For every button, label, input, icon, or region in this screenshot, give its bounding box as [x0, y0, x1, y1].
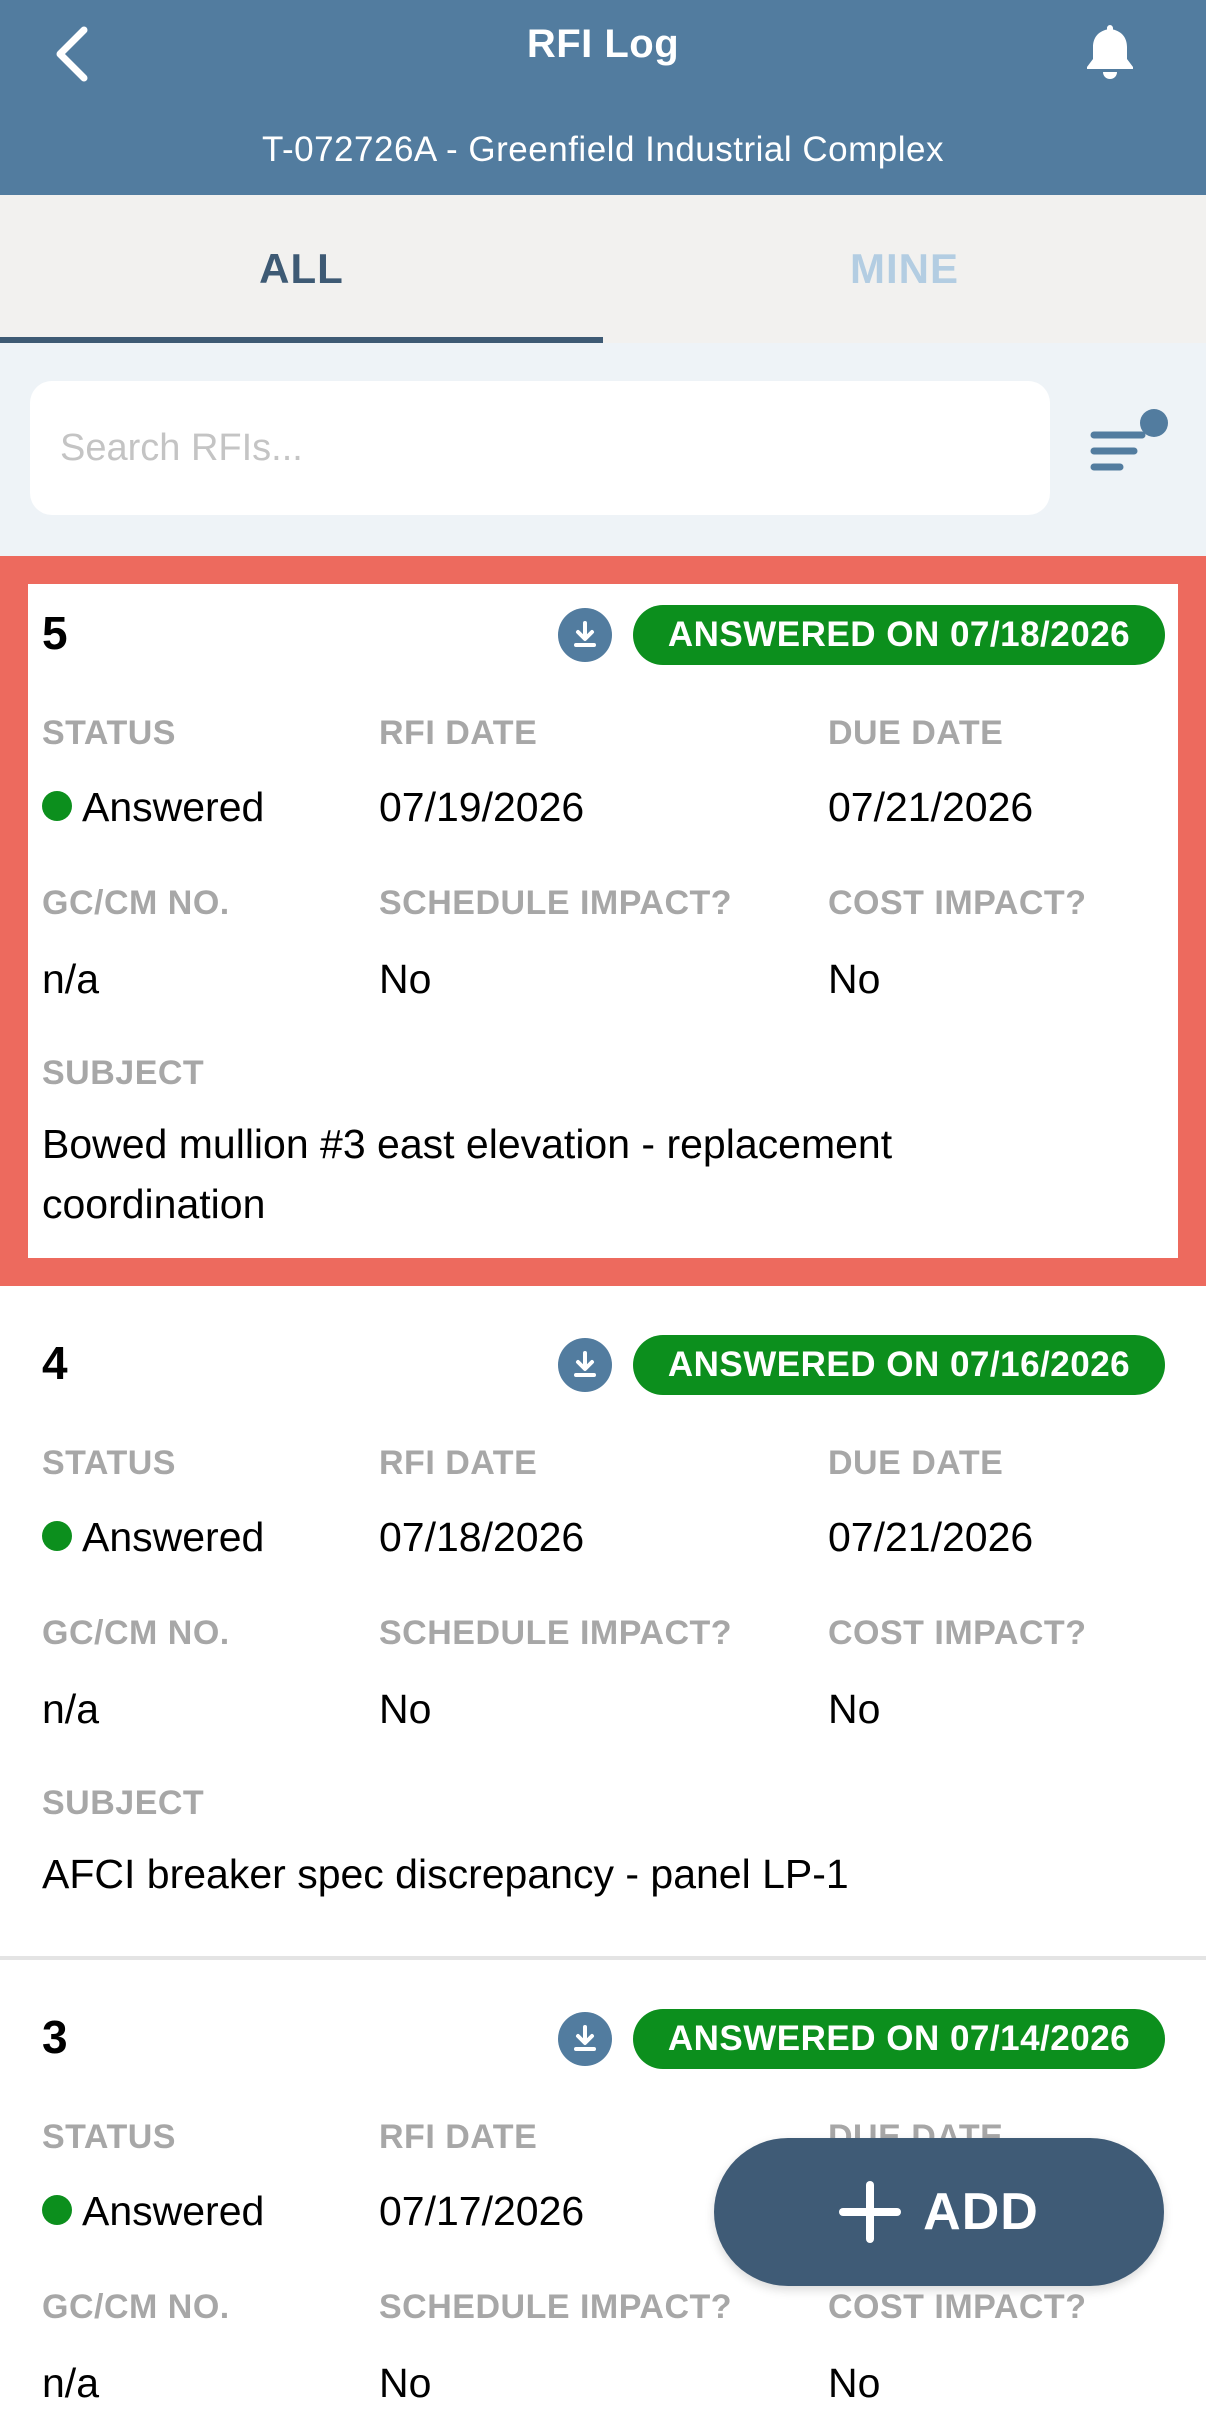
tab-mine[interactable]: MINE	[603, 195, 1206, 343]
rfi-date-label: RFI DATE	[379, 1444, 538, 1482]
rfi-date-value: 07/19/2026	[379, 784, 585, 830]
add-rfi-button[interactable]: ADD	[714, 2138, 1164, 2286]
status-value: Answered	[42, 784, 264, 831]
project-subtitle: T-072726A - Greenfield Industrial Comple…	[262, 130, 944, 169]
status-badge: ANSWERED ON 07/14/2026	[633, 2009, 1165, 2069]
cost-impact-value: No	[828, 1686, 881, 1732]
search-bar	[0, 343, 1206, 556]
due-date-value: 07/21/2026	[828, 784, 1034, 830]
gc-cm-value: n/a	[42, 2360, 99, 2406]
rfi-card[interactable]: 5 ANSWERED ON 07/18/2026 STATUS RFI DATE…	[0, 556, 1206, 1286]
cost-impact-value: No	[828, 2360, 881, 2406]
status-dot-icon	[42, 1521, 72, 1552]
rfi-date-value: 07/18/2026	[379, 1514, 585, 1560]
due-date-label: DUE DATE	[828, 1444, 1004, 1482]
status-value: Answered	[42, 1514, 264, 1561]
filter-icon	[1090, 409, 1168, 471]
status-dot-icon	[42, 791, 72, 822]
schedule-impact-label: SCHEDULE IMPACT?	[379, 2288, 733, 2326]
gc-cm-label: GC/CM NO.	[42, 1614, 230, 1652]
download-button[interactable]	[558, 2012, 612, 2066]
tab-all[interactable]: ALL	[0, 195, 603, 343]
rfi-date-label: RFI DATE	[379, 2118, 538, 2156]
filter-button[interactable]	[1086, 403, 1186, 503]
rfi-date-label: RFI DATE	[379, 714, 538, 752]
rfi-card[interactable]: 4 ANSWERED ON 07/16/2026 STATUS RFI DATE…	[0, 1286, 1206, 1960]
subject-label: SUBJECT	[42, 1054, 205, 1092]
tab-mine-label: MINE	[850, 245, 959, 292]
schedule-impact-label: SCHEDULE IMPACT?	[379, 1614, 733, 1652]
app-header: RFI Log T-072726A - Greenfield Industria…	[0, 0, 1206, 195]
gc-cm-label: GC/CM NO.	[42, 2288, 230, 2326]
tab-all-label: ALL	[259, 245, 344, 292]
rfi-number: 3	[42, 2011, 68, 2063]
page-title: RFI Log	[526, 22, 680, 66]
status-dot-icon	[42, 2195, 72, 2226]
schedule-impact-label: SCHEDULE IMPACT?	[379, 884, 733, 922]
status-label: STATUS	[42, 714, 176, 752]
rfi-number: 4	[42, 1337, 68, 1389]
subject-label: SUBJECT	[42, 1784, 205, 1822]
notifications-button[interactable]	[1078, 16, 1142, 86]
schedule-impact-value: No	[379, 2360, 432, 2406]
rfi-number: 5	[42, 607, 68, 659]
tab-bar: ALL MINE	[0, 195, 1206, 343]
schedule-impact-value: No	[379, 1686, 432, 1732]
gc-cm-value: n/a	[42, 956, 99, 1002]
bell-icon	[1087, 25, 1133, 79]
download-button[interactable]	[558, 1338, 612, 1392]
add-button-label: ADD	[923, 2183, 1039, 2241]
download-icon	[574, 1351, 596, 1377]
status-badge: ANSWERED ON 07/16/2026	[633, 1335, 1165, 1395]
gc-cm-label: GC/CM NO.	[42, 884, 230, 922]
cost-impact-label: COST IMPACT?	[828, 884, 1087, 922]
cost-impact-label: COST IMPACT?	[828, 2288, 1087, 2326]
status-badge: ANSWERED ON 07/18/2026	[633, 605, 1165, 665]
status-value: Answered	[42, 2188, 264, 2235]
download-button[interactable]	[558, 608, 612, 662]
subject-value: Bowed mullion #3 east elevation - replac…	[42, 1121, 893, 1227]
due-date-label: DUE DATE	[828, 714, 1004, 752]
subject-value: AFCI breaker spec discrepancy - panel LP…	[42, 1851, 849, 1897]
download-icon	[574, 2025, 596, 2051]
schedule-impact-value: No	[379, 956, 432, 1002]
plus-icon	[839, 2181, 902, 2243]
status-label: STATUS	[42, 1444, 176, 1482]
cost-impact-value: No	[828, 956, 881, 1002]
due-date-value: 07/21/2026	[828, 1514, 1034, 1560]
gc-cm-value: n/a	[42, 1686, 99, 1732]
search-input[interactable]	[30, 381, 1050, 515]
cost-impact-label: COST IMPACT?	[828, 1614, 1087, 1652]
rfi-date-value: 07/17/2026	[379, 2188, 585, 2234]
status-label: STATUS	[42, 2118, 176, 2156]
download-icon	[574, 621, 596, 647]
